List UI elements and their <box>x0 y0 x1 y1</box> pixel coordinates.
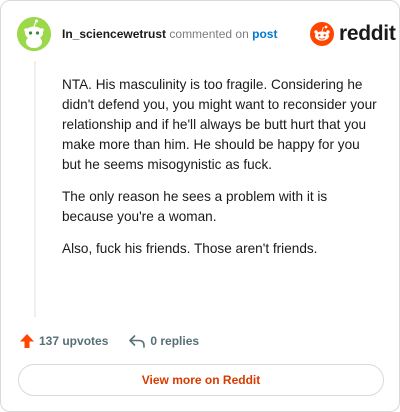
comment-header: In_sciencewetrust commented on post <box>62 27 277 41</box>
comment-body: NTA. His masculinity is too fragile. Con… <box>62 75 380 271</box>
comment-paragraph: The only reason he sees a problem with i… <box>62 189 328 224</box>
upvote-button[interactable]: 137 upvotes <box>19 333 108 349</box>
comment-embed-card: In_sciencewetrust commented on post redd… <box>0 0 400 412</box>
reddit-logo[interactable]: reddit <box>310 21 396 47</box>
reddit-snoo-icon <box>310 22 334 46</box>
comment-paragraph: Also, fuck his friends. Those aren't fri… <box>62 241 318 256</box>
thread-line <box>34 61 36 317</box>
username-link[interactable]: In_sciencewetrust <box>62 27 166 41</box>
comment-paragraph: NTA. His masculinity is too fragile. Con… <box>62 77 377 172</box>
action-text: commented on <box>169 27 249 41</box>
replies-button[interactable]: 0 replies <box>128 333 199 349</box>
upvotes-count: 137 upvotes <box>39 334 109 348</box>
upvote-arrow-icon <box>20 334 34 348</box>
logo-wordmark: reddit <box>339 22 396 45</box>
reply-arrow-icon <box>129 335 146 348</box>
view-more-button[interactable]: View more on Reddit <box>18 364 384 396</box>
snoo-avatar-icon <box>17 17 51 51</box>
replies-count: 0 replies <box>150 334 200 348</box>
post-link[interactable]: post <box>252 27 277 41</box>
user-avatar[interactable] <box>17 17 51 51</box>
comment-actions: 137 upvotes 0 replies <box>19 331 199 351</box>
